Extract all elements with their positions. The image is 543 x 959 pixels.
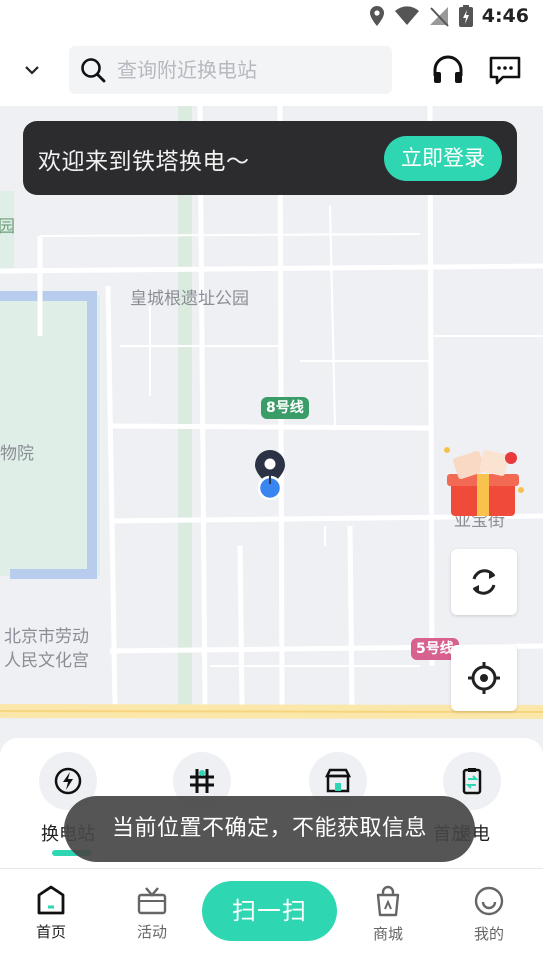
gift-icon[interactable]	[441, 444, 527, 522]
nav-mall[interactable]: 商城	[353, 885, 423, 944]
subway-line-8-badge: 8号线	[261, 397, 309, 419]
nav-mine[interactable]: 我的	[454, 885, 524, 944]
refresh-icon	[472, 569, 496, 595]
return-battery-icon	[462, 768, 482, 795]
map-label-park: 皇城根遗址公园	[130, 289, 249, 309]
status-time: 4:46	[481, 5, 529, 27]
lightning-icon	[54, 767, 82, 795]
no-signal-icon	[429, 7, 449, 27]
battery-icon	[458, 5, 473, 27]
location-pin-icon	[255, 450, 285, 500]
activity-icon	[137, 887, 167, 915]
search-input[interactable]	[117, 52, 377, 88]
scan-button[interactable]: 扫一扫	[202, 881, 337, 941]
profile-icon	[474, 886, 504, 916]
bottom-nav: 首页 活动 扫一扫 商城 我的	[0, 868, 543, 959]
nav-home-label: 首页	[35, 923, 66, 941]
status-bar: 4:46	[0, 0, 543, 34]
wifi-icon	[394, 6, 419, 26]
refresh-button[interactable]	[451, 549, 517, 615]
welcome-message: 欢迎来到铁塔换电～	[38, 149, 250, 175]
headset-icon[interactable]	[430, 52, 466, 88]
store-icon	[324, 768, 352, 793]
shopping-bag-icon	[376, 885, 400, 917]
nav-activity-label: 活动	[136, 923, 167, 941]
nav-activity[interactable]: 活动	[117, 885, 187, 942]
chevron-down-icon[interactable]	[18, 58, 46, 82]
top-header	[0, 34, 543, 106]
toast-message: 当前位置不确定，不能获取信息	[64, 796, 475, 862]
station-icon	[190, 769, 214, 793]
login-banner: 欢迎来到铁塔换电～ 立即登录	[23, 121, 517, 195]
map-label-museum: 物院	[0, 444, 34, 464]
map-label-palace-1: 北京市劳动	[4, 627, 89, 647]
locate-button[interactable]	[451, 645, 517, 711]
map-label-park-left: 园	[0, 217, 15, 237]
message-icon[interactable]	[487, 52, 523, 88]
nav-home[interactable]: 首页	[16, 885, 86, 942]
nav-mall-label: 商城	[372, 925, 403, 943]
search-box[interactable]	[69, 46, 392, 94]
search-icon	[81, 58, 106, 83]
map-label-palace-2: 人民文化宫	[4, 651, 89, 671]
nav-mine-label: 我的	[473, 925, 504, 943]
location-icon	[369, 6, 384, 26]
locate-icon	[468, 662, 500, 694]
login-button[interactable]: 立即登录	[384, 136, 502, 181]
home-icon	[37, 885, 65, 915]
